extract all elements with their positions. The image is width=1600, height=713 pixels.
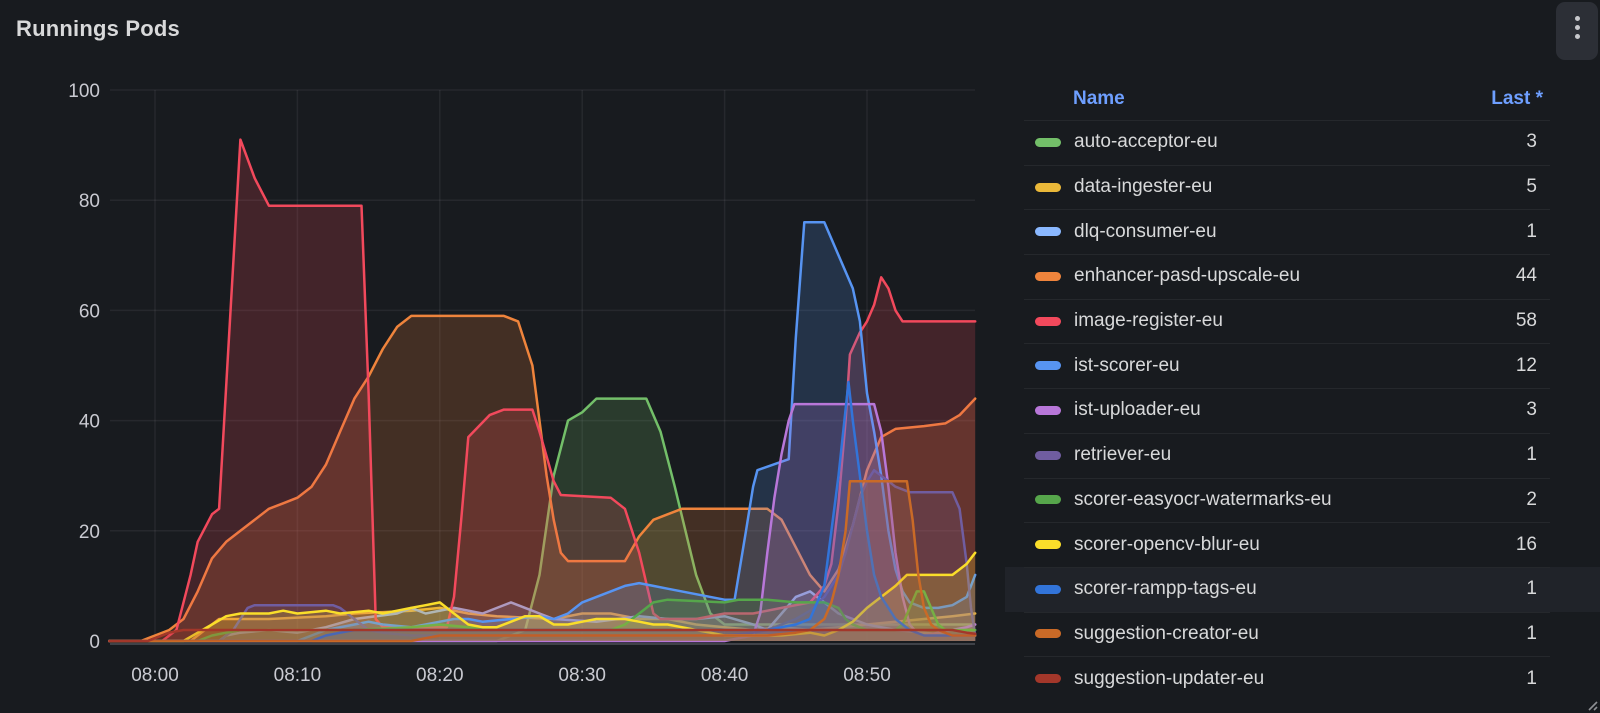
y-tick-label: 20 bbox=[79, 522, 100, 543]
legend-series-name: auto-acceptor-eu bbox=[1074, 131, 1218, 153]
legend-series-name: suggestion-creator-eu bbox=[1074, 622, 1259, 644]
legend-last-header[interactable]: Last * bbox=[1491, 88, 1543, 110]
legend-row[interactable]: retriever-eu 1 bbox=[1005, 432, 1600, 478]
legend-row[interactable]: enhancer-pasd-upscale-eu 44 bbox=[1005, 254, 1600, 299]
legend-row[interactable]: suggestion-creator-eu 1 bbox=[1005, 611, 1600, 657]
legend-series-last-value: 1 bbox=[1526, 667, 1537, 689]
legend-series-last-value: 1 bbox=[1526, 444, 1537, 466]
legend-series-name: data-ingester-eu bbox=[1074, 176, 1213, 198]
legend-row[interactable]: ist-scorer-eu 12 bbox=[1005, 343, 1600, 388]
grafana-panel: Runnings Pods 0 20 40 60 80 100 08:00 08:10 08:2… bbox=[0, 0, 1600, 713]
legend-series-name: suggestion-updater-eu bbox=[1074, 667, 1265, 689]
legend-series-last-value: 3 bbox=[1526, 131, 1537, 153]
y-tick-label: 60 bbox=[79, 301, 100, 322]
legend-series-name: ist-uploader-eu bbox=[1074, 399, 1201, 421]
series-color-swatch[interactable] bbox=[1035, 316, 1061, 326]
legend-series-last-value: 44 bbox=[1515, 265, 1537, 287]
series-color-swatch[interactable] bbox=[1035, 540, 1061, 550]
series-color-swatch[interactable] bbox=[1035, 584, 1061, 594]
legend-row[interactable]: dlq-consumer-eu 1 bbox=[1005, 209, 1600, 254]
series-color-swatch[interactable] bbox=[1035, 405, 1061, 415]
legend-row[interactable]: data-ingester-eu 5 bbox=[1005, 164, 1600, 210]
panel-resize-handle[interactable] bbox=[1587, 700, 1598, 711]
legend-series-last-value: 12 bbox=[1515, 354, 1537, 376]
legend-row[interactable]: suggestion-updater-eu 1 bbox=[1005, 656, 1600, 701]
legend-table: Name Last * auto-acceptor-eu 3 data-inge… bbox=[1005, 78, 1600, 701]
legend-row[interactable]: scorer-rampp-tags-eu 1 bbox=[1005, 566, 1600, 612]
series-color-swatch[interactable] bbox=[1035, 450, 1061, 460]
legend-series-name: enhancer-pasd-upscale-eu bbox=[1074, 265, 1301, 287]
x-tick-label: 08:00 bbox=[131, 665, 179, 686]
legend-series-name: retriever-eu bbox=[1074, 444, 1172, 466]
kebab-menu-icon bbox=[1574, 16, 1580, 39]
series-color-swatch[interactable] bbox=[1035, 271, 1061, 281]
legend-row[interactable]: auto-acceptor-eu 3 bbox=[1005, 120, 1600, 165]
legend-series-last-value: 5 bbox=[1526, 176, 1537, 198]
series-color-swatch[interactable] bbox=[1035, 495, 1061, 505]
legend-series-last-value: 2 bbox=[1526, 488, 1537, 510]
y-tick-label: 80 bbox=[79, 191, 100, 212]
x-tick-label: 08:40 bbox=[701, 665, 749, 686]
y-tick-label: 100 bbox=[68, 81, 100, 102]
time-series-chart[interactable]: 0 20 40 60 80 100 08:00 08:10 08:20 08:30 08:40 08:… bbox=[0, 0, 1000, 713]
legend-series-name: scorer-easyocr-watermarks-eu bbox=[1074, 488, 1332, 510]
legend-row[interactable]: scorer-easyocr-watermarks-eu 2 bbox=[1005, 477, 1600, 523]
series-color-swatch[interactable] bbox=[1035, 182, 1061, 192]
legend-series-last-value: 3 bbox=[1526, 399, 1537, 421]
legend-name-header[interactable]: Name bbox=[1073, 88, 1125, 110]
panel-menu-button[interactable] bbox=[1556, 2, 1598, 60]
x-tick-label: 08:50 bbox=[843, 665, 891, 686]
x-tick-label: 08:30 bbox=[558, 665, 606, 686]
legend-series-last-value: 58 bbox=[1515, 310, 1537, 332]
legend-series-last-value: 16 bbox=[1515, 533, 1537, 555]
series-fill-suggestion-updater-eu bbox=[109, 630, 976, 641]
legend-series-name: image-register-eu bbox=[1074, 310, 1223, 332]
legend-rows: auto-acceptor-eu 3 data-ingester-eu 5 dl… bbox=[1005, 120, 1600, 701]
y-tick-label: 40 bbox=[79, 412, 100, 433]
legend-header: Name Last * bbox=[1005, 78, 1600, 120]
series-color-swatch[interactable] bbox=[1035, 227, 1061, 237]
x-tick-label: 08:20 bbox=[416, 665, 464, 686]
legend-series-last-value: 1 bbox=[1526, 622, 1537, 644]
legend-series-last-value: 1 bbox=[1526, 220, 1537, 242]
legend-series-name: ist-scorer-eu bbox=[1074, 354, 1180, 376]
legend-row[interactable]: image-register-eu 58 bbox=[1005, 298, 1600, 344]
series-color-swatch[interactable] bbox=[1035, 629, 1061, 639]
chart-svg: 0 20 40 60 80 100 08:00 08:10 08:20 08:30 08:40 08:… bbox=[68, 81, 977, 686]
legend-row[interactable]: scorer-opencv-blur-eu 16 bbox=[1005, 522, 1600, 567]
series-color-swatch[interactable] bbox=[1035, 137, 1061, 147]
legend-row[interactable]: ist-uploader-eu 3 bbox=[1005, 388, 1600, 433]
legend-series-name: scorer-rampp-tags-eu bbox=[1074, 578, 1257, 600]
legend-series-last-value: 1 bbox=[1526, 578, 1537, 600]
legend-series-name: dlq-consumer-eu bbox=[1074, 220, 1217, 242]
legend-series-name: scorer-opencv-blur-eu bbox=[1074, 533, 1260, 555]
series-color-swatch[interactable] bbox=[1035, 361, 1061, 371]
y-tick-label: 0 bbox=[89, 632, 100, 653]
series-color-swatch[interactable] bbox=[1035, 674, 1061, 684]
x-tick-label: 08:10 bbox=[274, 665, 322, 686]
